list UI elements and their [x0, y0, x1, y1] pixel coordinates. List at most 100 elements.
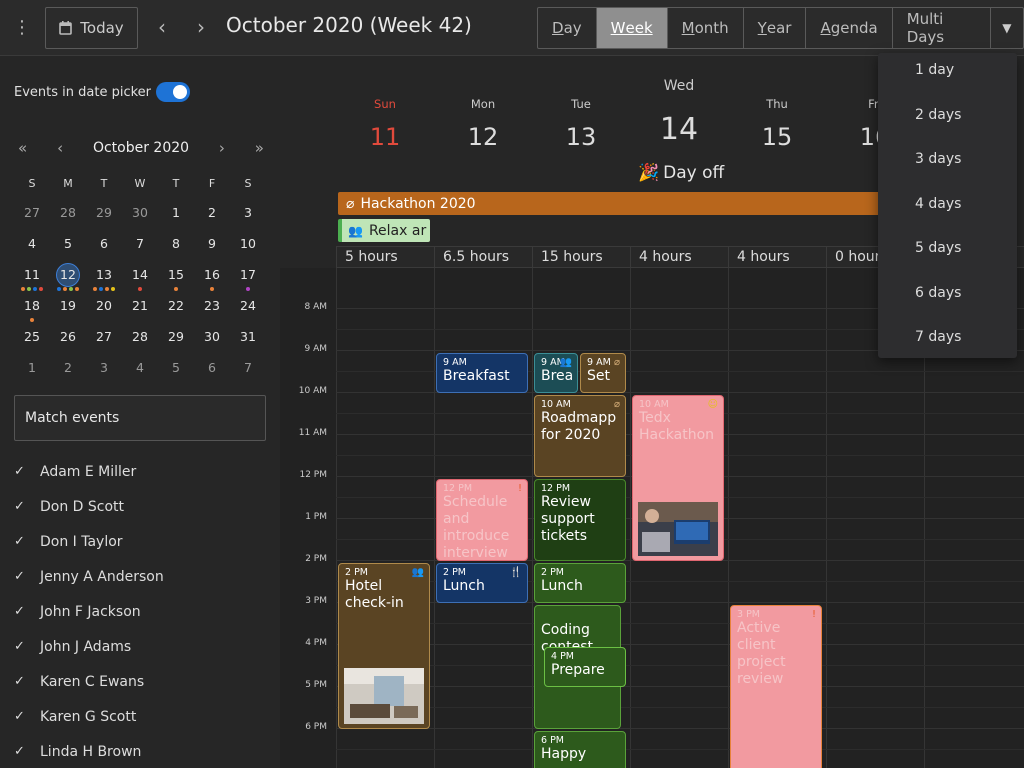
day-header-mon[interactable]: Mon 12	[434, 56, 532, 190]
person-filter-item[interactable]: ✓ John F Jackson	[14, 594, 266, 629]
more-vert-icon[interactable]: ⋮	[12, 14, 32, 42]
multi-days-option[interactable]: 1 day	[915, 62, 954, 78]
event-hotel-checkin[interactable]: 2 PM Hotel check-in 👥	[338, 563, 430, 729]
day-header-thu[interactable]: Thu 15	[728, 56, 826, 190]
person-filter-item[interactable]: ✓ Linda H Brown	[14, 734, 266, 768]
day-off-banner[interactable]: 🎉 Day off	[638, 163, 724, 183]
day-number: 8	[172, 236, 180, 251]
day-cell[interactable]: 18	[14, 292, 50, 323]
view-year-button[interactable]: Year	[744, 8, 807, 48]
day-cell[interactable]: 21	[122, 292, 158, 323]
day-cell[interactable]: 7	[122, 230, 158, 261]
day-cell[interactable]: 17	[230, 261, 266, 292]
events-in-date-picker-toggle[interactable]	[156, 82, 190, 102]
day-cell[interactable]: 6	[86, 230, 122, 261]
day-cell[interactable]: 28	[122, 323, 158, 354]
person-filter-item[interactable]: ✓ Don I Taylor	[14, 524, 266, 559]
day-cell[interactable]: 5	[50, 230, 86, 261]
day-cell[interactable]: 9	[194, 230, 230, 261]
day-cell[interactable]: 20	[86, 292, 122, 323]
multi-days-option[interactable]: 2 days	[915, 107, 961, 123]
event-prepare[interactable]: 4 PM Prepare	[544, 647, 626, 687]
day-cell[interactable]: 27	[14, 199, 50, 230]
event-review-tickets[interactable]: 12 PM Review support tickets	[534, 479, 626, 561]
day-cell[interactable]: 3	[86, 354, 122, 385]
person-filter-item[interactable]: ✓ John J Adams	[14, 629, 266, 664]
today-button[interactable]: Today	[45, 7, 138, 49]
person-filter-item[interactable]: ✓ Karen G Scott	[14, 699, 266, 734]
event-roadmap[interactable]: 10 AM Roadmapp for 2020 ⌀	[534, 395, 626, 477]
day-cell[interactable]: 24	[230, 292, 266, 323]
day-cell[interactable]: 31	[230, 323, 266, 354]
day-cell[interactable]: 13	[86, 261, 122, 292]
match-events-field[interactable]: Match events	[14, 395, 266, 441]
mini-calendar-month[interactable]: October 2020	[93, 140, 189, 156]
event-lunch-mon[interactable]: 2 PM Lunch 🍴	[436, 563, 528, 603]
allday-event-relax[interactable]: 👥 Relax ar	[338, 219, 430, 242]
day-cell[interactable]: 1	[158, 199, 194, 230]
day-cell[interactable]: 11	[14, 261, 50, 292]
multi-days-option[interactable]: 7 days	[915, 329, 961, 345]
allday-event-hackathon[interactable]: ⌀ Hackathon 2020	[338, 192, 938, 215]
multi-days-option[interactable]: 4 days	[915, 196, 961, 212]
day-cell[interactable]: 30	[122, 199, 158, 230]
view-day-button[interactable]: Day	[538, 8, 597, 48]
day-cell[interactable]: 27	[86, 323, 122, 354]
event-tedx-hackathon[interactable]: 10 AM Tedx Hackathon ☺	[632, 395, 724, 561]
day-header-tue[interactable]: Tue 13	[532, 56, 630, 190]
next-icon[interactable]: ›	[189, 14, 213, 42]
day-cell[interactable]: 26	[50, 323, 86, 354]
event-lunch-tue[interactable]: 2 PM Lunch	[534, 563, 626, 603]
event-set[interactable]: 9 AM Set ⌀	[580, 353, 626, 393]
day-cell[interactable]: 28	[50, 199, 86, 230]
day-cell[interactable]: 2	[50, 354, 86, 385]
day-cell[interactable]: 19	[50, 292, 86, 323]
person-filter-item[interactable]: ✓ Karen C Ewans	[14, 664, 266, 699]
day-cell[interactable]: 30	[194, 323, 230, 354]
event-breakfast[interactable]: 9 AM Breakfast	[436, 353, 528, 393]
day-cell[interactable]: 3	[230, 199, 266, 230]
day-cell[interactable]: 29	[86, 199, 122, 230]
chevron-down-icon[interactable]: ▼	[991, 8, 1023, 48]
chevron-right-icon[interactable]: ›	[219, 139, 225, 157]
multi-days-option[interactable]: 6 days	[915, 285, 961, 301]
day-number: 29	[96, 205, 112, 220]
multi-days-option[interactable]: 3 days	[915, 151, 961, 167]
day-cell[interactable]: 25	[14, 323, 50, 354]
time-label: 10 AM	[298, 386, 327, 396]
chevron-left-icon[interactable]: ‹	[57, 139, 63, 157]
day-cell[interactable]: 7	[230, 354, 266, 385]
day-cell[interactable]: 2	[194, 199, 230, 230]
day-cell[interactable]: 5	[158, 354, 194, 385]
event-schedule-interview[interactable]: 12 PM Schedule and introduce interview !	[436, 479, 528, 561]
multi-days-option[interactable]: 5 days	[915, 240, 961, 256]
view-week-button[interactable]: Week	[596, 8, 668, 48]
event-active-client-review[interactable]: 3 PM Active client project review !	[730, 605, 822, 768]
day-header-sun[interactable]: Sun 11	[336, 56, 434, 190]
day-cell[interactable]: 14	[122, 261, 158, 292]
person-filter-item[interactable]: ✓ Don D Scott	[14, 489, 266, 524]
previous-icon[interactable]: ‹	[150, 14, 174, 42]
view-agenda-button[interactable]: Agenda	[806, 8, 893, 48]
view-multi-days-button[interactable]: Multi Days	[893, 8, 991, 48]
event-title: Set	[587, 368, 610, 384]
selected-day[interactable]: 12	[50, 261, 86, 292]
double-chevron-left-icon[interactable]: «	[18, 139, 27, 157]
day-cell[interactable]: 4	[14, 230, 50, 261]
day-cell[interactable]: 15	[158, 261, 194, 292]
day-cell[interactable]: 6	[194, 354, 230, 385]
day-cell[interactable]: 23	[194, 292, 230, 323]
day-cell[interactable]: 8	[158, 230, 194, 261]
day-cell[interactable]: 4	[122, 354, 158, 385]
event-happy[interactable]: 6 PM Happy	[534, 731, 626, 768]
double-chevron-right-icon[interactable]: »	[255, 139, 264, 157]
person-filter-item[interactable]: ✓ Adam E Miller	[14, 454, 266, 489]
person-filter-item[interactable]: ✓ Jenny A Anderson	[14, 559, 266, 594]
day-cell[interactable]: 22	[158, 292, 194, 323]
event-brea[interactable]: 9 AM Brea 👥	[534, 353, 578, 393]
day-cell[interactable]: 10	[230, 230, 266, 261]
day-cell[interactable]: 29	[158, 323, 194, 354]
day-cell[interactable]: 1	[14, 354, 50, 385]
view-month-button[interactable]: Month	[668, 8, 744, 48]
day-cell[interactable]: 16	[194, 261, 230, 292]
